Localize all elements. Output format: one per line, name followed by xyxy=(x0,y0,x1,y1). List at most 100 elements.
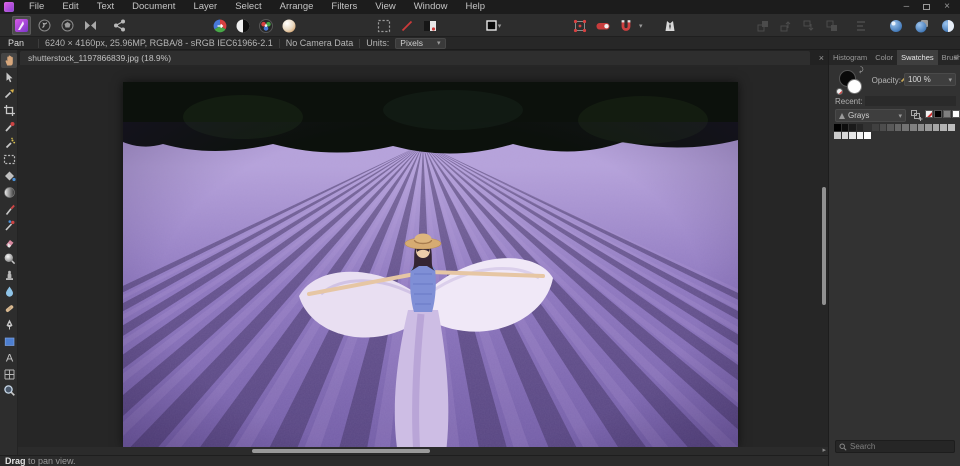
crop-tool[interactable] xyxy=(1,103,17,118)
snapping-presets-button[interactable] xyxy=(570,16,589,35)
text-tool[interactable]: A xyxy=(1,350,17,365)
gray-swatch[interactable] xyxy=(856,132,864,139)
alignment-button[interactable] xyxy=(851,16,870,35)
view-mode-button[interactable]: ▾ xyxy=(479,16,507,35)
opacity-dropdown[interactable]: 100 % ▾ xyxy=(904,73,956,86)
gray-swatch[interactable] xyxy=(864,124,871,131)
view-option-1-button[interactable] xyxy=(886,16,905,35)
tab-color[interactable]: Color xyxy=(871,50,897,65)
menu-file[interactable]: File xyxy=(20,0,53,14)
forward-one-button[interactable] xyxy=(776,16,795,35)
develop-persona-button[interactable] xyxy=(58,16,77,35)
minimize-button[interactable]: – xyxy=(904,0,910,14)
mesh-warp-tool[interactable] xyxy=(1,367,17,382)
gray-swatch[interactable] xyxy=(871,124,879,131)
view-tool[interactable] xyxy=(1,53,17,68)
color-replacement-brush-tool[interactable] xyxy=(1,218,17,233)
dodge-brush-tool[interactable] xyxy=(1,251,17,266)
swap-colors-icon[interactable]: ⤸ xyxy=(859,67,863,75)
quick-mask-button[interactable] xyxy=(374,16,393,35)
move-to-back-button[interactable] xyxy=(822,16,841,35)
menu-text[interactable]: Text xyxy=(88,0,123,14)
gray-swatch[interactable] xyxy=(841,124,849,131)
view-option-3-button[interactable] xyxy=(938,16,957,35)
blur-brush-tool[interactable] xyxy=(1,284,17,299)
menu-help[interactable]: Help xyxy=(457,0,495,14)
palette-options-icon[interactable] xyxy=(910,109,923,122)
gray-swatch[interactable] xyxy=(932,124,940,131)
fill-color-well[interactable] xyxy=(847,79,862,94)
gray-swatch[interactable] xyxy=(864,132,871,139)
back-one-button[interactable] xyxy=(799,16,818,35)
gray-swatch[interactable] xyxy=(947,124,955,131)
document-tab[interactable]: shutterstock_1197866839.jpg (18.9%) xyxy=(20,51,810,65)
gray-swatch[interactable] xyxy=(894,124,902,131)
liquify-persona-button[interactable] xyxy=(35,16,54,35)
move-tool[interactable] xyxy=(1,70,17,85)
view-option-2-button[interactable] xyxy=(912,16,931,35)
menu-layer[interactable]: Layer xyxy=(184,0,226,14)
gray-swatch[interactable] xyxy=(834,132,841,139)
shape-tool[interactable] xyxy=(1,334,17,349)
tab-close-icon[interactable]: × xyxy=(819,51,824,65)
gray-swatch[interactable] xyxy=(940,124,947,131)
auto-levels-button[interactable] xyxy=(210,16,229,35)
clone-brush-tool[interactable] xyxy=(1,268,17,283)
gray-swatch[interactable] xyxy=(902,124,909,131)
selection-brush-tool[interactable] xyxy=(1,119,17,134)
gradient-tool[interactable] xyxy=(1,185,17,200)
chevron-down-icon[interactable]: ▾ xyxy=(639,22,643,30)
vertical-scrollbar[interactable] xyxy=(821,65,827,447)
color-wells[interactable]: ⤸ xyxy=(836,67,867,98)
units-dropdown[interactable]: Pixels ▾ xyxy=(395,37,446,49)
zoom-tool[interactable] xyxy=(1,383,17,398)
gray-swatch[interactable] xyxy=(887,124,894,131)
swatch-black[interactable] xyxy=(934,110,942,118)
menu-window[interactable]: Window xyxy=(405,0,457,14)
tab-swatches[interactable]: Swatches xyxy=(897,50,938,65)
snapping-magnet-button[interactable] xyxy=(616,16,635,35)
gray-swatch[interactable] xyxy=(879,124,887,131)
maximize-button[interactable] xyxy=(923,4,931,10)
menu-select[interactable]: Select xyxy=(226,0,270,14)
no-color-icon[interactable] xyxy=(836,88,843,95)
gray-swatch[interactable] xyxy=(841,132,849,139)
menu-filters[interactable]: Filters xyxy=(322,0,366,14)
horizontal-scrollbar-thumb[interactable] xyxy=(252,449,430,453)
gray-swatch[interactable] xyxy=(849,132,856,139)
auto-contrast-button[interactable] xyxy=(233,16,252,35)
panel-menu-icon[interactable]: ≡ xyxy=(953,50,958,65)
palette-dropdown[interactable]: Grays ▾ xyxy=(835,109,906,122)
swatch-none[interactable] xyxy=(925,110,933,118)
horizontal-scrollbar[interactable]: ▸ xyxy=(18,447,828,455)
assistant-button[interactable] xyxy=(661,16,680,35)
swatch-white[interactable] xyxy=(952,110,960,118)
menu-view[interactable]: View xyxy=(366,0,404,14)
flood-select-tool[interactable] xyxy=(1,136,17,151)
marquee-tool[interactable] xyxy=(1,152,17,167)
canvas-area[interactable] xyxy=(18,65,828,447)
swatch-gray[interactable] xyxy=(943,110,951,118)
erase-brush-tool[interactable] xyxy=(1,235,17,250)
auto-colours-button[interactable] xyxy=(256,16,275,35)
color-picker-tool[interactable] xyxy=(1,86,17,101)
move-to-front-button[interactable] xyxy=(753,16,772,35)
mask-view-button[interactable] xyxy=(420,16,439,35)
close-button[interactable]: × xyxy=(944,0,950,14)
rotation-button[interactable] xyxy=(397,16,416,35)
tone-mapping-persona-button[interactable] xyxy=(81,16,100,35)
gray-swatch[interactable] xyxy=(909,124,917,131)
scroll-right-arrow-icon[interactable]: ▸ xyxy=(822,446,826,454)
pen-tool[interactable] xyxy=(1,317,17,332)
menu-edit[interactable]: Edit xyxy=(53,0,87,14)
search-input[interactable] xyxy=(850,442,951,451)
photo-persona-button[interactable] xyxy=(12,16,31,35)
vertical-scrollbar-thumb[interactable] xyxy=(822,187,826,305)
swatch-search[interactable] xyxy=(835,440,955,453)
menu-document[interactable]: Document xyxy=(123,0,184,14)
gray-swatch[interactable] xyxy=(849,124,856,131)
gray-swatch[interactable] xyxy=(925,124,932,131)
gray-swatch[interactable] xyxy=(834,124,841,131)
gray-swatch[interactable] xyxy=(917,124,925,131)
healing-brush-tool[interactable] xyxy=(1,301,17,316)
